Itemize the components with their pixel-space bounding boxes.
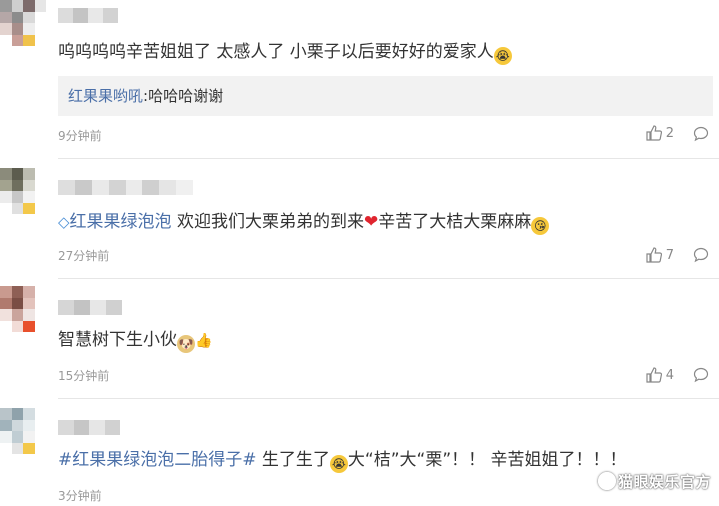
thumbs-up-icon (646, 367, 662, 383)
avatar[interactable] (0, 0, 46, 46)
comment-1: 呜呜呜呜辛苦姐姐了 太感人了 小栗子以后要好好的爱家人 😭 红果果哟吼:哈哈哈谢谢… (0, 0, 719, 160)
thumbs-up-icon (646, 247, 662, 263)
reply-text: 哈哈哈谢谢 (148, 87, 224, 105)
timestamp: 3分钟前 (58, 489, 102, 503)
like-button[interactable]: 2 (646, 125, 674, 141)
username-blurred[interactable] (58, 8, 118, 23)
comment-3: 智慧树下生小伙 🐶 👍 15分钟前 4 (0, 280, 719, 400)
watermark-text: 猫眼娱乐官方 (617, 473, 711, 491)
heart-icon: ❤ (363, 212, 379, 232)
comment-text-part1: 生了生了 (256, 450, 330, 470)
hashtag-link[interactable]: #红果果绿泡泡二胎得子# (58, 450, 257, 470)
reply-author-link[interactable]: 红果果哟吼 (68, 87, 143, 105)
doge-emoji-icon: 🐶 (177, 335, 195, 353)
divider (58, 278, 719, 279)
username-blurred[interactable] (58, 180, 193, 195)
avatar[interactable] (0, 408, 46, 454)
reply-icon[interactable] (693, 247, 709, 263)
thumbs-up-emoji-icon: 👍 (195, 333, 213, 349)
divider (58, 158, 719, 159)
comment-text-part2: 大“桔”大“栗”！！ 辛苦姐姐了！！！ (347, 450, 627, 470)
like-count: 4 (665, 367, 674, 383)
username-blurred[interactable] (58, 300, 122, 315)
comment-text: 智慧树下生小伙 🐶 👍 (58, 330, 213, 353)
comment-text-part1: 欢迎我们大栗弟弟的到来 (171, 212, 364, 232)
comment-text: ◇红果果绿泡泡 欢迎我们大栗弟弟的到来❤辛苦了大桔大栗麻麻 😘 (58, 210, 550, 235)
divider (58, 398, 719, 399)
watermark: 猫眼娱乐官方 (597, 471, 711, 492)
like-button[interactable]: 4 (646, 367, 674, 383)
comment-2: ◇红果果绿泡泡 欢迎我们大栗弟弟的到来❤辛苦了大桔大栗麻麻 😘 27分钟前 7 (0, 160, 719, 280)
timestamp: 15分钟前 (58, 369, 110, 383)
like-button[interactable]: 7 (646, 247, 674, 263)
reply-box: 红果果哟吼:哈哈哈谢谢 (58, 76, 713, 116)
comment-text-part2: 辛苦了大桔大栗麻麻 (378, 212, 532, 232)
cat-eye-logo-icon (597, 472, 616, 490)
avatar[interactable] (0, 168, 46, 214)
thumbs-up-icon (646, 125, 662, 141)
like-count: 2 (665, 125, 674, 141)
timestamp: 9分钟前 (58, 129, 102, 143)
mention-link[interactable]: 红果果绿泡泡 (70, 212, 172, 232)
like-count: 7 (665, 247, 674, 263)
diamond-icon: ◇ (58, 213, 70, 231)
crying-emoji-icon: 😭 (493, 47, 512, 65)
username-blurred[interactable] (58, 420, 120, 435)
comment-text: #红果果绿泡泡二胎得子# 生了生了 😭 大“桔”大“栗”！！ 辛苦姐姐了！！！ (58, 448, 627, 473)
comment-text: 呜呜呜呜辛苦姐姐了 太感人了 小栗子以后要好好的爱家人 😭 (58, 42, 512, 65)
crying-emoji-icon: 😭 (329, 455, 348, 473)
timestamp: 27分钟前 (58, 249, 110, 263)
kiss-emoji-icon: 😘 (531, 217, 550, 235)
reply-icon[interactable] (693, 126, 709, 142)
avatar[interactable] (0, 286, 46, 332)
reply-icon[interactable] (693, 367, 709, 383)
